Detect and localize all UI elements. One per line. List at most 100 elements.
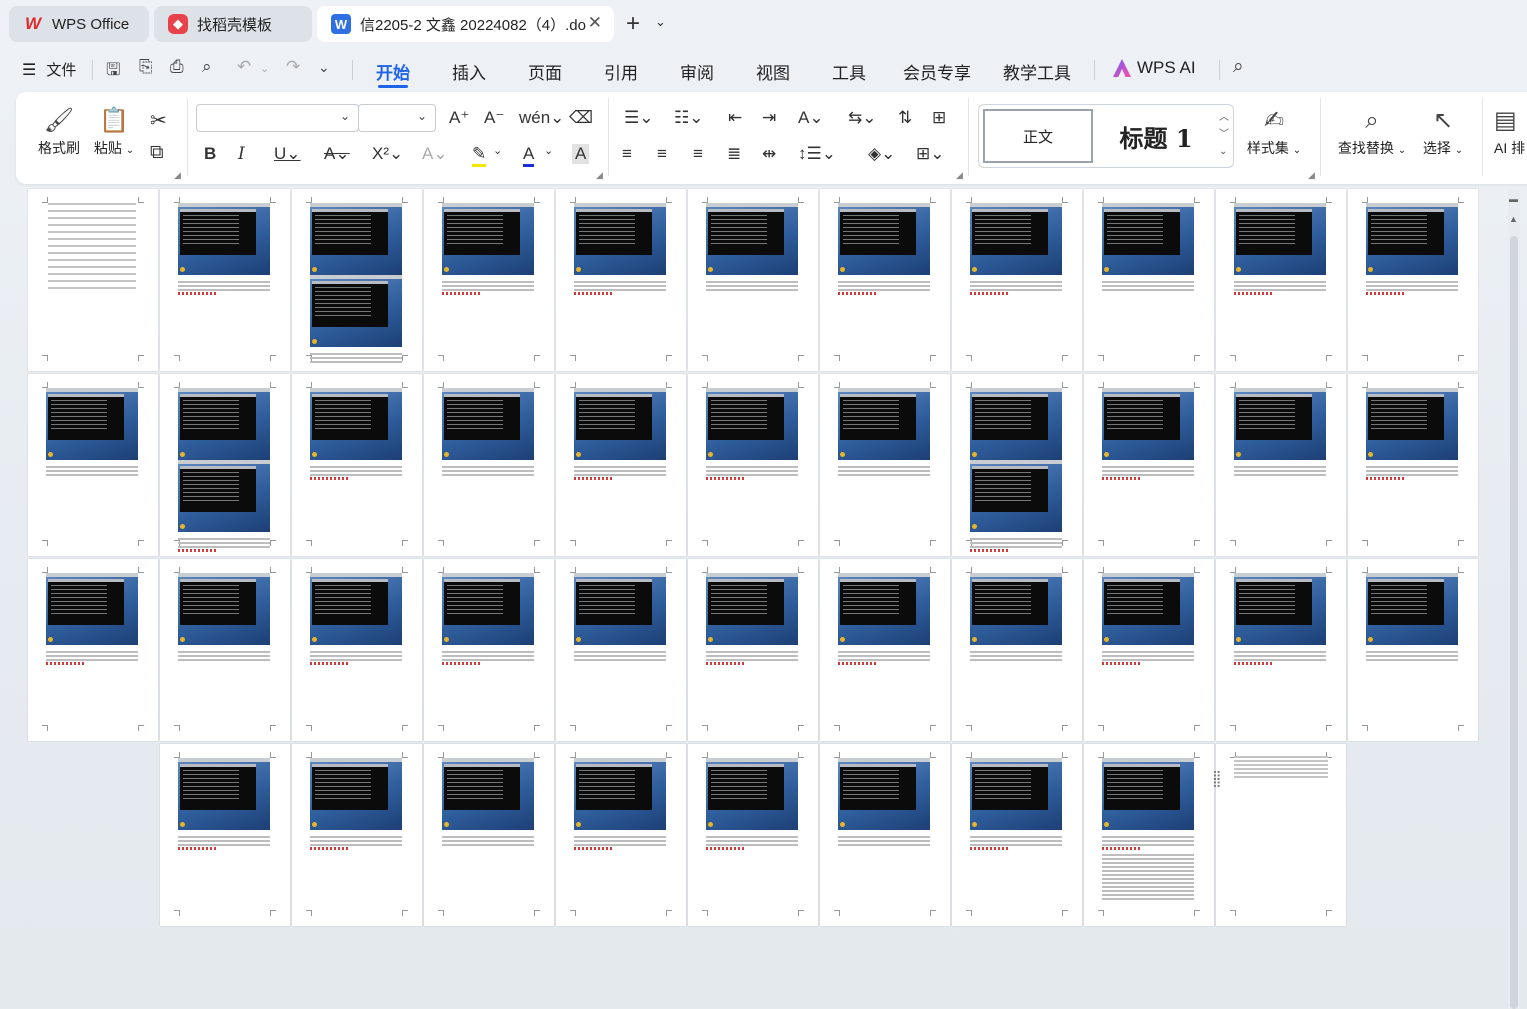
page-thumbnail[interactable]: [28, 559, 158, 741]
numbered-list-icon[interactable]: ☷⌄: [674, 108, 703, 128]
chevron-down-icon[interactable]: ⌄: [655, 14, 666, 30]
show-marks-icon[interactable]: ⊞: [932, 108, 946, 128]
char-shading-icon[interactable]: A: [572, 144, 590, 164]
paste-button[interactable]: 📋 粘贴 ⌄: [92, 104, 136, 158]
shading-icon[interactable]: ◈⌄: [868, 144, 895, 164]
page-thumbnail[interactable]: [160, 559, 290, 741]
page-thumbnail[interactable]: [160, 744, 290, 926]
page-thumbnail[interactable]: [688, 559, 818, 741]
page-thumbnail[interactable]: [1084, 189, 1214, 371]
page-thumbnail[interactable]: [292, 744, 422, 926]
align-right-icon[interactable]: ≡: [693, 144, 703, 164]
select-button[interactable]: ↖ 选择 ⌄: [1418, 104, 1468, 158]
page-thumbnail[interactable]: [292, 559, 422, 741]
page-thumbnail[interactable]: [688, 744, 818, 926]
page-thumbnail[interactable]: [820, 374, 950, 556]
font-size-combo[interactable]: ⌄: [358, 104, 436, 132]
page-thumbnail[interactable]: [952, 559, 1082, 741]
dialog-launcher-icon[interactable]: ◢: [174, 170, 181, 181]
wps-ai-button[interactable]: WPS AI: [1113, 58, 1196, 78]
style-set-button[interactable]: ✍ 样式集 ⌄: [1242, 104, 1306, 158]
page-thumbnail[interactable]: [820, 559, 950, 741]
print-preview-icon[interactable]: ⌕: [202, 57, 212, 77]
dialog-launcher-icon[interactable]: ◢: [956, 170, 963, 181]
align-left-icon[interactable]: ≡: [622, 144, 632, 164]
page-thumbnail[interactable]: [424, 374, 554, 556]
distribute-icon[interactable]: ⇹: [762, 144, 776, 164]
page-thumbnail[interactable]: [160, 374, 290, 556]
redo-icon[interactable]: ↷: [286, 57, 300, 77]
strikethrough-icon[interactable]: A⌄: [324, 144, 350, 164]
tab-references[interactable]: 引用: [604, 59, 638, 84]
page-thumbnail[interactable]: [292, 189, 422, 371]
page-thumbnail[interactable]: [952, 744, 1082, 926]
italic-icon[interactable]: I: [238, 144, 245, 164]
sort-icon[interactable]: ⇅: [898, 108, 912, 128]
undo-icon[interactable]: ↶: [237, 57, 251, 77]
undo-dropdown-icon[interactable]: ⌄: [260, 62, 269, 75]
page-thumbnail[interactable]: [1216, 374, 1346, 556]
vertical-scrollbar[interactable]: ▬ ▲: [1508, 190, 1520, 1009]
customize-chevron-icon[interactable]: ⌄: [318, 59, 330, 76]
tab-insert[interactable]: 插入: [452, 59, 486, 84]
ai-layout-button[interactable]: ▤ AI 排: [1494, 104, 1527, 158]
page-thumbnail[interactable]: [952, 374, 1082, 556]
decrease-indent-icon[interactable]: ⇤: [728, 108, 742, 128]
drag-handle-icon[interactable]: ⠿ ⠿: [1212, 770, 1222, 790]
page-thumbnail[interactable]: [952, 189, 1082, 371]
shrink-font-icon[interactable]: A⁻: [484, 108, 504, 128]
search-icon[interactable]: ⌕: [1233, 56, 1244, 78]
tab-page[interactable]: 页面: [528, 59, 562, 84]
document-pages-view[interactable]: [0, 188, 1505, 1009]
dialog-launcher-icon[interactable]: ◢: [1308, 170, 1315, 181]
page-thumbnail[interactable]: [424, 744, 554, 926]
styles-scroll[interactable]: ︿ ﹀ ⌄: [1219, 109, 1229, 160]
tab-tools[interactable]: 工具: [832, 59, 866, 84]
page-thumbnail[interactable]: [28, 374, 158, 556]
save-icon[interactable]: 🖫: [106, 57, 120, 86]
page-thumbnail[interactable]: [1348, 374, 1478, 556]
phonetic-guide-icon[interactable]: wén⌄: [519, 108, 564, 128]
page-thumbnail[interactable]: [1216, 189, 1346, 371]
align-center-icon[interactable]: ≡: [657, 144, 667, 164]
scrollbar-thumb[interactable]: [1510, 236, 1518, 1009]
tab-document[interactable]: W 信2205-2 文鑫 20224082（4）.docx ✕: [317, 6, 614, 42]
page-thumbnail[interactable]: [1084, 559, 1214, 741]
border-icon[interactable]: ⊞⌄: [916, 144, 945, 164]
underline-icon[interactable]: U⌄: [274, 144, 301, 164]
superscript-icon[interactable]: X²⌄: [372, 144, 403, 164]
print-icon[interactable]: ⎙: [170, 57, 184, 77]
page-thumbnail[interactable]: [1348, 189, 1478, 371]
justify-icon[interactable]: ≣: [727, 144, 741, 164]
tab-wps-office[interactable]: W WPS Office: [9, 6, 149, 42]
page-thumbnail[interactable]: [820, 189, 950, 371]
line-spacing-icon[interactable]: ↕☰⌄: [798, 144, 836, 164]
page-thumbnail[interactable]: [292, 374, 422, 556]
file-menu[interactable]: ☰ 文件: [22, 59, 76, 80]
tab-view[interactable]: 视图: [756, 59, 790, 84]
copy-icon[interactable]: ⧉: [150, 142, 164, 164]
font-name-combo[interactable]: ⌄: [196, 104, 359, 132]
chevron-down-icon[interactable]: ⌄: [493, 144, 502, 157]
close-icon[interactable]: ✕: [588, 13, 602, 33]
dialog-launcher-icon[interactable]: ◢: [596, 170, 603, 181]
grow-font-icon[interactable]: A⁺: [449, 108, 469, 128]
style-heading-1[interactable]: 标题 1: [1101, 109, 1211, 163]
page-thumbnail[interactable]: [424, 559, 554, 741]
page-thumbnail[interactable]: [688, 189, 818, 371]
page-thumbnail[interactable]: [556, 374, 686, 556]
page-thumbnail[interactable]: [688, 374, 818, 556]
tab-home[interactable]: 开始: [376, 59, 410, 84]
tab-teaching-tools[interactable]: 教学工具: [1003, 59, 1071, 84]
scroll-up-arrow-icon[interactable]: ▲: [1509, 214, 1518, 224]
clear-format-icon[interactable]: ⌫: [569, 108, 593, 128]
tab-review[interactable]: 审阅: [680, 59, 714, 84]
text-effect-icon[interactable]: A⌄: [422, 144, 448, 164]
new-tab-icon[interactable]: +: [626, 10, 640, 38]
bullet-list-icon[interactable]: ☰⌄: [624, 108, 653, 128]
text-direction-icon[interactable]: A⌄: [798, 108, 824, 128]
page-thumbnail[interactable]: [28, 189, 158, 371]
page-thumbnail[interactable]: [1216, 744, 1346, 926]
export-pdf-icon[interactable]: ⎘: [139, 57, 153, 77]
tab-member[interactable]: 会员专享: [903, 59, 971, 84]
